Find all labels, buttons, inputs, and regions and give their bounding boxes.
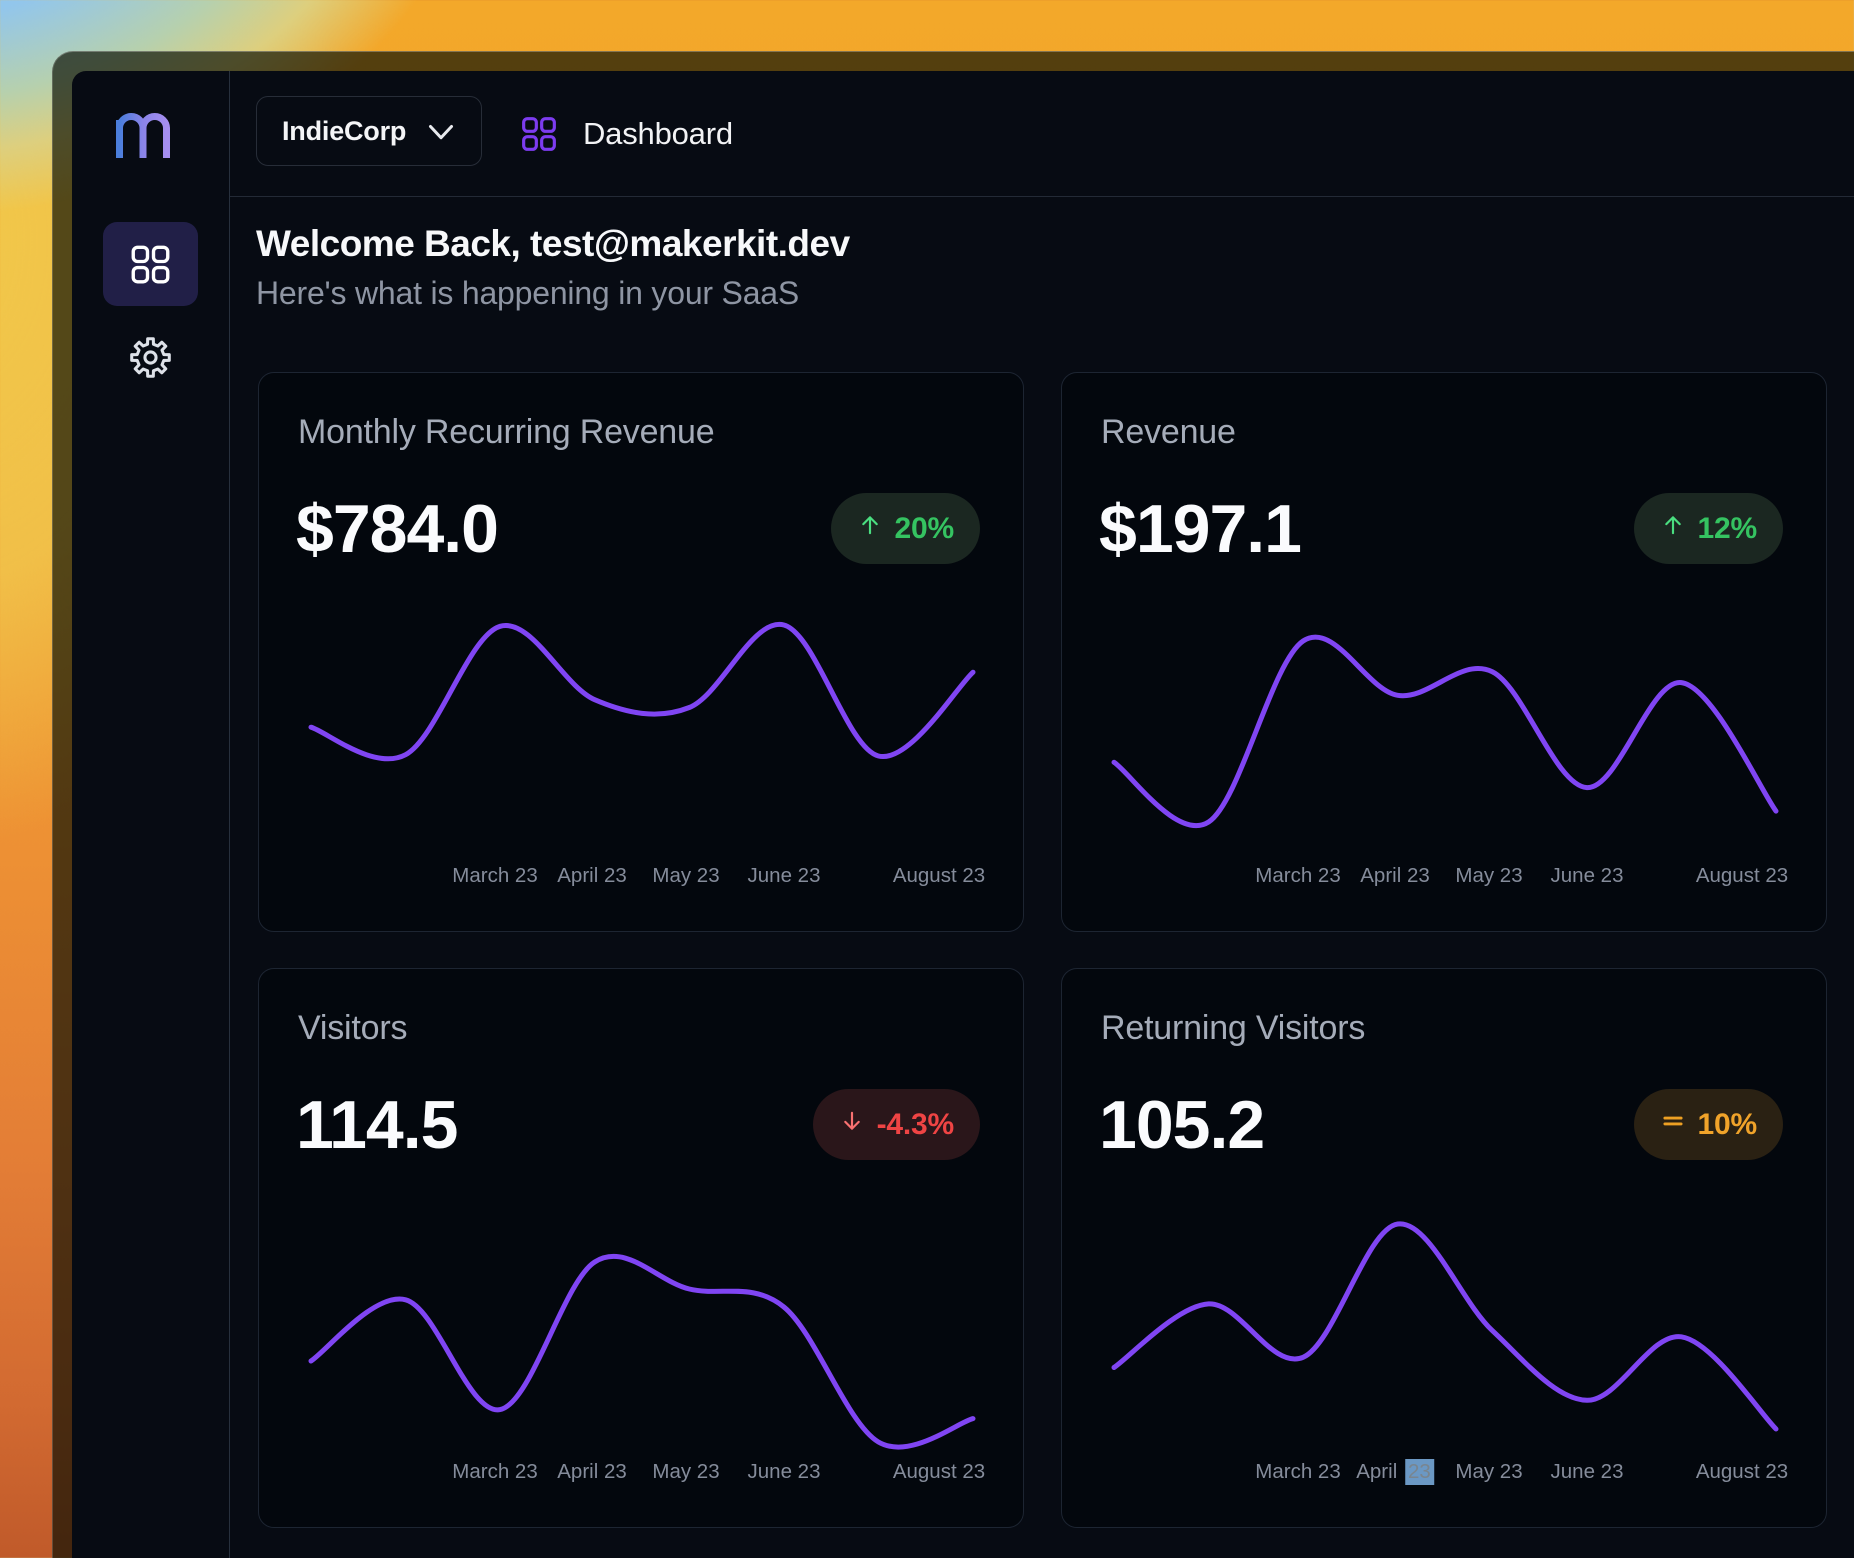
gear-icon [129, 336, 172, 379]
trend-badge: 12% [1634, 493, 1783, 564]
chevron-down-icon [423, 113, 459, 149]
metric-title: Visitors [298, 1011, 407, 1045]
x-tick: June 23 [1551, 863, 1624, 889]
sidebar-item-settings[interactable] [103, 315, 198, 399]
x-tick: March 23 [1255, 1459, 1340, 1485]
app-root: IndieCorp Dashboard Welcome Back, test@m… [72, 71, 1854, 1558]
x-tick: August 23 [1696, 1459, 1788, 1485]
x-tick: June 23 [1551, 1459, 1624, 1485]
x-tick: March 23 [452, 1459, 537, 1485]
trend-value: 12% [1698, 512, 1757, 546]
trend-value: 20% [895, 512, 954, 546]
welcome-subheading: Here's what is happening in your SaaS [256, 274, 799, 312]
page-title: Dashboard [583, 116, 733, 152]
layout-grid-icon [128, 242, 173, 287]
line-chart [1114, 573, 1776, 873]
sidebar-item-dashboard[interactable] [103, 222, 198, 306]
metric-card-returning-visitors: Returning Visitors 105.2 10% March 23 Apr… [1061, 968, 1827, 1528]
metric-title: Monthly Recurring Revenue [298, 415, 714, 449]
line-chart [1114, 1169, 1776, 1469]
metric-card-mrr: Monthly Recurring Revenue $784.0 20% Mar… [258, 372, 1024, 932]
x-tick: June 23 [748, 1459, 821, 1485]
metric-value: 114.5 [296, 1091, 457, 1159]
x-tick: April 23 [1360, 863, 1430, 889]
x-tick: April 23 [557, 863, 627, 889]
selected-text: 23 [1405, 1459, 1434, 1485]
metric-card-revenue: Revenue $197.1 12% March 23 April 23 May 2… [1061, 372, 1827, 932]
top-header: IndieCorp Dashboard [230, 71, 1854, 197]
x-axis-labels: March 23April 23May 23June 23August 23 [1114, 863, 1776, 889]
team-name: IndieCorp [282, 116, 406, 147]
x-tick: May 23 [1455, 863, 1522, 889]
x-tick: May 23 [652, 863, 719, 889]
trend-value: 10% [1698, 1108, 1757, 1142]
metric-value: $784.0 [296, 495, 498, 563]
macos-window: IndieCorp Dashboard Welcome Back, test@m… [52, 51, 1854, 1558]
metric-title: Revenue [1101, 415, 1236, 449]
x-tick: August 23 [1696, 863, 1788, 889]
x-tick: April 23 [1356, 1459, 1434, 1485]
arrow-up-icon [857, 512, 883, 538]
trend-value: -4.3% [877, 1108, 954, 1142]
layout-grid-icon [519, 114, 559, 154]
line-chart [311, 1169, 973, 1469]
makerkit-logo[interactable] [72, 113, 230, 158]
equals-icon [1660, 1108, 1686, 1134]
metric-card-visitors: Visitors 114.5 -4.3% March 23 April 23 May… [258, 968, 1024, 1528]
welcome-heading: Welcome Back, test@makerkit.dev [256, 223, 850, 266]
x-axis-labels: March 23April 23May 23June 23August 23 [311, 1459, 973, 1485]
x-axis-labels: March 23April 23May 23June 23August 23 [1114, 1459, 1776, 1485]
trend-badge: 20% [831, 493, 980, 564]
trend-badge: -4.3% [813, 1089, 980, 1160]
metric-value: $197.1 [1099, 495, 1301, 563]
metric-value: 105.2 [1099, 1091, 1264, 1159]
x-tick: April 23 [557, 1459, 627, 1485]
x-tick: March 23 [452, 863, 537, 889]
x-tick: May 23 [652, 1459, 719, 1485]
arrow-down-icon [839, 1108, 865, 1134]
page-indicator: Dashboard [519, 71, 733, 197]
desktop: { "colors": { "accent_line": "#8045f3", … [0, 0, 1854, 1558]
trend-badge: 10% [1634, 1089, 1783, 1160]
x-tick: March 23 [1255, 863, 1340, 889]
x-tick: August 23 [893, 863, 985, 889]
logo-m-glyph [120, 117, 167, 159]
x-tick: June 23 [748, 863, 821, 889]
sidebar [72, 71, 230, 1558]
team-selector-button[interactable]: IndieCorp [256, 96, 482, 166]
x-tick: August 23 [893, 1459, 985, 1485]
metric-title: Returning Visitors [1101, 1011, 1365, 1045]
arrow-up-icon [1660, 512, 1686, 538]
line-chart [311, 573, 973, 873]
x-axis-labels: March 23April 23May 23June 23August 23 [311, 863, 973, 889]
x-tick: May 23 [1455, 1459, 1522, 1485]
